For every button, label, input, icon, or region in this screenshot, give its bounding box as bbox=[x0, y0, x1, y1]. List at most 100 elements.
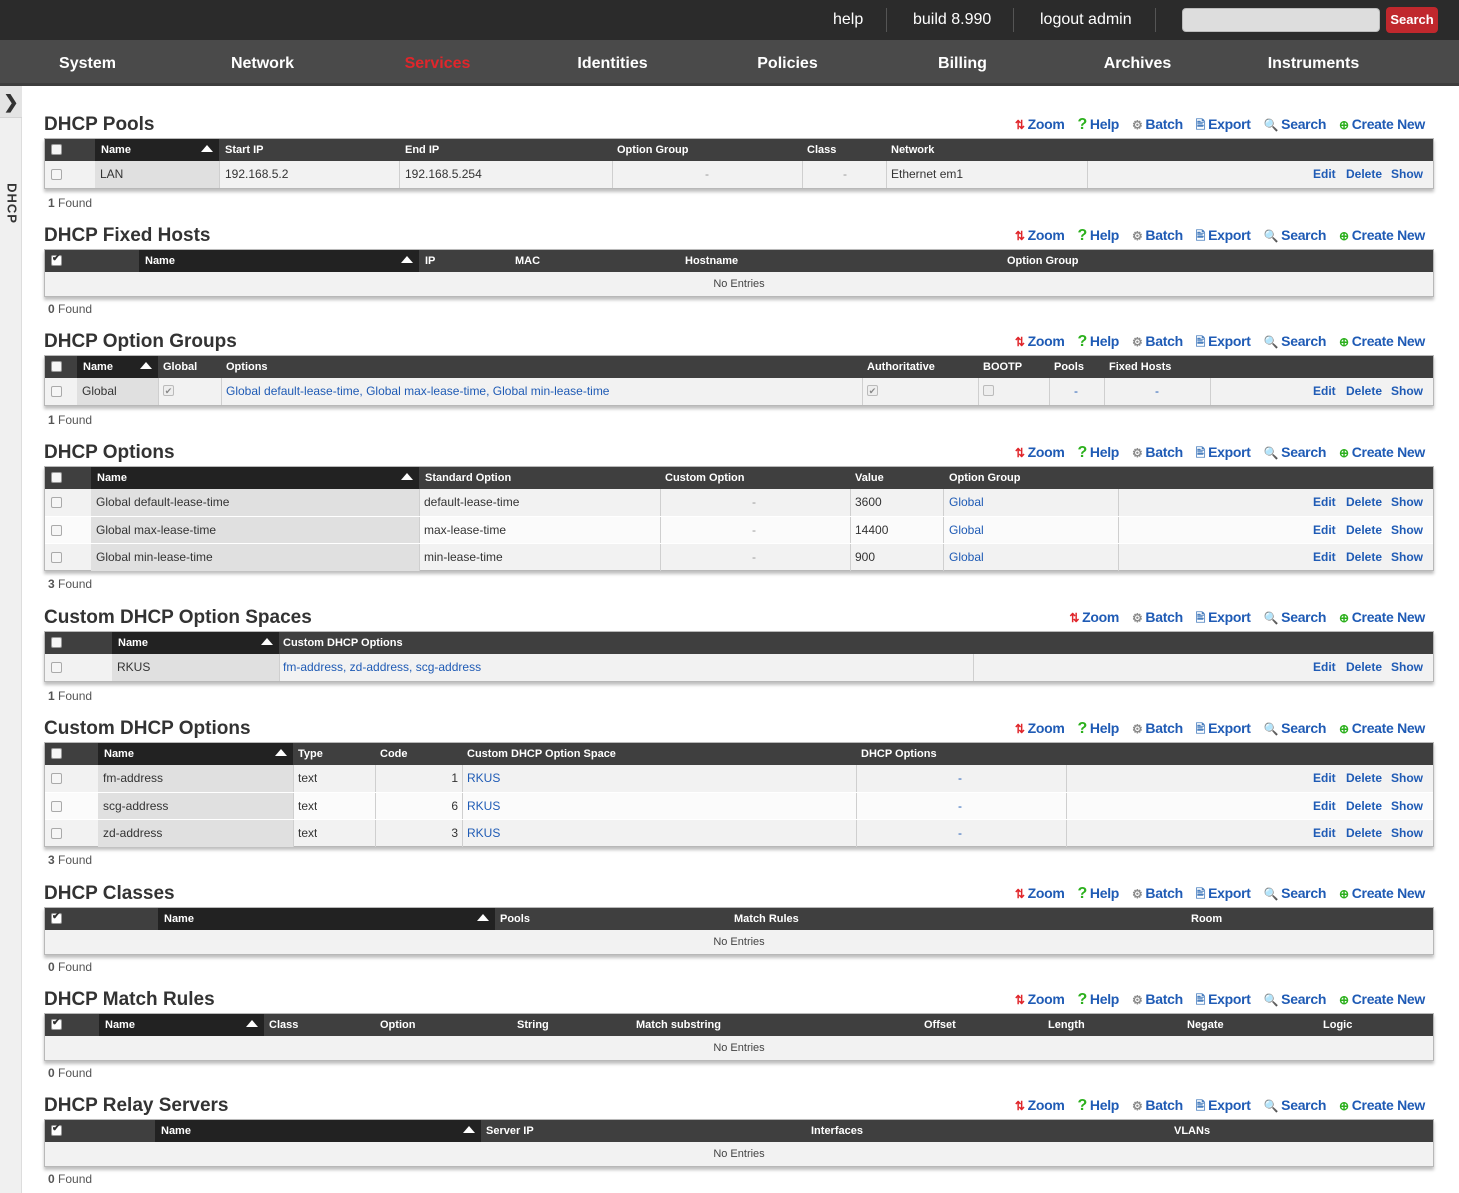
export-button[interactable]: 🖹 Export bbox=[1196, 444, 1251, 465]
help-button[interactable]: ? Help bbox=[1077, 1097, 1119, 1115]
column-header[interactable]: DHCP Options bbox=[861, 743, 937, 765]
help-button[interactable]: ? Help bbox=[1077, 720, 1119, 738]
option-group-link[interactable]: Global bbox=[949, 544, 984, 571]
column-header[interactable]: Length bbox=[1048, 1014, 1085, 1036]
column-header[interactable]: Authoritative bbox=[867, 356, 935, 378]
column-header[interactable]: Type bbox=[298, 743, 323, 765]
batch-button[interactable]: ⚙ Batch bbox=[1132, 116, 1183, 132]
search-button[interactable]: 🔍 Search bbox=[1264, 885, 1327, 901]
row-checkbox[interactable] bbox=[51, 773, 62, 784]
help-button[interactable]: ? Help bbox=[1077, 333, 1119, 351]
column-header[interactable]: IP bbox=[425, 250, 435, 272]
zoom-button[interactable]: ⇅ Zoom bbox=[1015, 1097, 1065, 1113]
show-link[interactable]: Show bbox=[1391, 489, 1423, 516]
batch-button[interactable]: ⚙ Batch bbox=[1132, 333, 1183, 349]
edit-link[interactable]: Edit bbox=[1313, 544, 1336, 571]
batch-button[interactable]: ⚙ Batch bbox=[1132, 444, 1183, 460]
sort-name-header[interactable]: Name bbox=[139, 250, 419, 272]
edit-link[interactable]: Edit bbox=[1313, 517, 1336, 544]
select-all-checkbox[interactable] bbox=[51, 1123, 62, 1136]
help-button[interactable]: ? Help bbox=[1077, 885, 1119, 903]
select-all-checkbox[interactable] bbox=[51, 911, 62, 924]
row-checkbox[interactable] bbox=[51, 169, 62, 180]
show-link[interactable]: Show bbox=[1391, 378, 1423, 405]
delete-link[interactable]: Delete bbox=[1346, 544, 1382, 571]
create-new-button[interactable]: ⊕ Create New bbox=[1339, 333, 1425, 349]
sort-name-header[interactable]: Name bbox=[91, 467, 419, 489]
column-header[interactable]: Option Group bbox=[1007, 250, 1078, 272]
export-button[interactable]: 🖹 Export bbox=[1196, 885, 1251, 906]
column-header[interactable]: Logic bbox=[1323, 1014, 1352, 1036]
help-link[interactable]: help bbox=[833, 0, 863, 40]
column-header[interactable]: Pools bbox=[1054, 356, 1084, 378]
search-button[interactable]: 🔍 Search bbox=[1264, 1097, 1327, 1113]
row-checkbox[interactable] bbox=[51, 801, 62, 812]
edit-link[interactable]: Edit bbox=[1313, 161, 1336, 188]
nav-archives[interactable]: Archives bbox=[1050, 40, 1225, 86]
edit-link[interactable]: Edit bbox=[1313, 489, 1336, 516]
show-link[interactable]: Show bbox=[1391, 654, 1423, 681]
zoom-button[interactable]: ⇅ Zoom bbox=[1015, 227, 1065, 243]
search-button[interactable]: 🔍 Search bbox=[1264, 991, 1327, 1007]
select-all-checkbox[interactable] bbox=[51, 253, 62, 266]
column-header[interactable]: Option Group bbox=[617, 139, 688, 161]
row-checkbox[interactable] bbox=[51, 525, 62, 536]
export-button[interactable]: 🖹 Export bbox=[1196, 1097, 1251, 1118]
column-header[interactable]: Hostname bbox=[685, 250, 738, 272]
create-new-button[interactable]: ⊕ Create New bbox=[1339, 720, 1425, 736]
sort-name-header[interactable]: Name bbox=[98, 743, 293, 765]
column-header[interactable]: Class bbox=[269, 1014, 298, 1036]
nav-services[interactable]: Services bbox=[350, 40, 525, 86]
global-search-input[interactable] bbox=[1182, 8, 1380, 32]
delete-link[interactable]: Delete bbox=[1346, 489, 1382, 516]
sort-name-header[interactable]: Name bbox=[112, 632, 279, 654]
sort-name-header[interactable]: Name bbox=[77, 356, 158, 378]
nav-identities[interactable]: Identities bbox=[525, 40, 700, 86]
column-header[interactable]: Offset bbox=[924, 1014, 956, 1036]
edit-link[interactable]: Edit bbox=[1313, 793, 1336, 820]
option-group-link[interactable]: Global bbox=[949, 517, 984, 544]
zoom-button[interactable]: ⇅ Zoom bbox=[1069, 609, 1119, 625]
row-checkbox[interactable] bbox=[51, 828, 62, 839]
search-button[interactable]: 🔍 Search bbox=[1264, 116, 1327, 132]
column-header[interactable]: Options bbox=[226, 356, 268, 378]
global-search-button[interactable]: Search bbox=[1386, 7, 1438, 33]
nav-policies[interactable]: Policies bbox=[700, 40, 875, 86]
nav-network[interactable]: Network bbox=[175, 40, 350, 86]
delete-link[interactable]: Delete bbox=[1346, 378, 1382, 405]
column-header[interactable]: Custom Option bbox=[665, 467, 744, 489]
select-all-checkbox[interactable] bbox=[51, 144, 62, 155]
dhcp-options-link[interactable]: - bbox=[958, 820, 962, 847]
delete-link[interactable]: Delete bbox=[1346, 517, 1382, 544]
option-space-link[interactable]: RKUS bbox=[467, 765, 500, 792]
column-header[interactable]: Global bbox=[163, 356, 197, 378]
pools-link[interactable]: - bbox=[1074, 378, 1078, 405]
column-header[interactable]: Negate bbox=[1187, 1014, 1224, 1036]
edit-link[interactable]: Edit bbox=[1313, 378, 1336, 405]
export-button[interactable]: 🖹 Export bbox=[1196, 116, 1251, 137]
select-all-checkbox[interactable] bbox=[51, 1017, 62, 1030]
zoom-button[interactable]: ⇅ Zoom bbox=[1015, 333, 1065, 349]
column-header[interactable]: Network bbox=[891, 139, 934, 161]
create-new-button[interactable]: ⊕ Create New bbox=[1339, 991, 1425, 1007]
column-header[interactable]: Interfaces bbox=[811, 1120, 863, 1142]
dhcp-options-link[interactable]: - bbox=[958, 765, 962, 792]
column-header[interactable]: VLANs bbox=[1174, 1120, 1210, 1142]
show-link[interactable]: Show bbox=[1391, 765, 1423, 792]
delete-link[interactable]: Delete bbox=[1346, 765, 1382, 792]
logout-link[interactable]: logout admin bbox=[1040, 0, 1132, 40]
export-button[interactable]: 🖹 Export bbox=[1196, 991, 1251, 1012]
chevron-right-icon[interactable]: ❯ bbox=[0, 86, 22, 118]
search-button[interactable]: 🔍 Search bbox=[1264, 227, 1327, 243]
column-header[interactable]: Match substring bbox=[636, 1014, 721, 1036]
export-button[interactable]: 🖹 Export bbox=[1196, 227, 1251, 248]
column-header[interactable]: Fixed Hosts bbox=[1109, 356, 1171, 378]
zoom-button[interactable]: ⇅ Zoom bbox=[1015, 991, 1065, 1007]
row-checkbox[interactable] bbox=[51, 552, 62, 563]
create-new-button[interactable]: ⊕ Create New bbox=[1339, 444, 1425, 460]
column-header[interactable]: Custom DHCP Option Space bbox=[467, 743, 616, 765]
nav-instruments[interactable]: Instruments bbox=[1226, 40, 1401, 86]
custom-options-link[interactable]: fm-address, zd-address, scg-address bbox=[283, 654, 481, 681]
export-button[interactable]: 🖹 Export bbox=[1196, 333, 1251, 354]
fixed-hosts-link[interactable]: - bbox=[1155, 378, 1159, 405]
